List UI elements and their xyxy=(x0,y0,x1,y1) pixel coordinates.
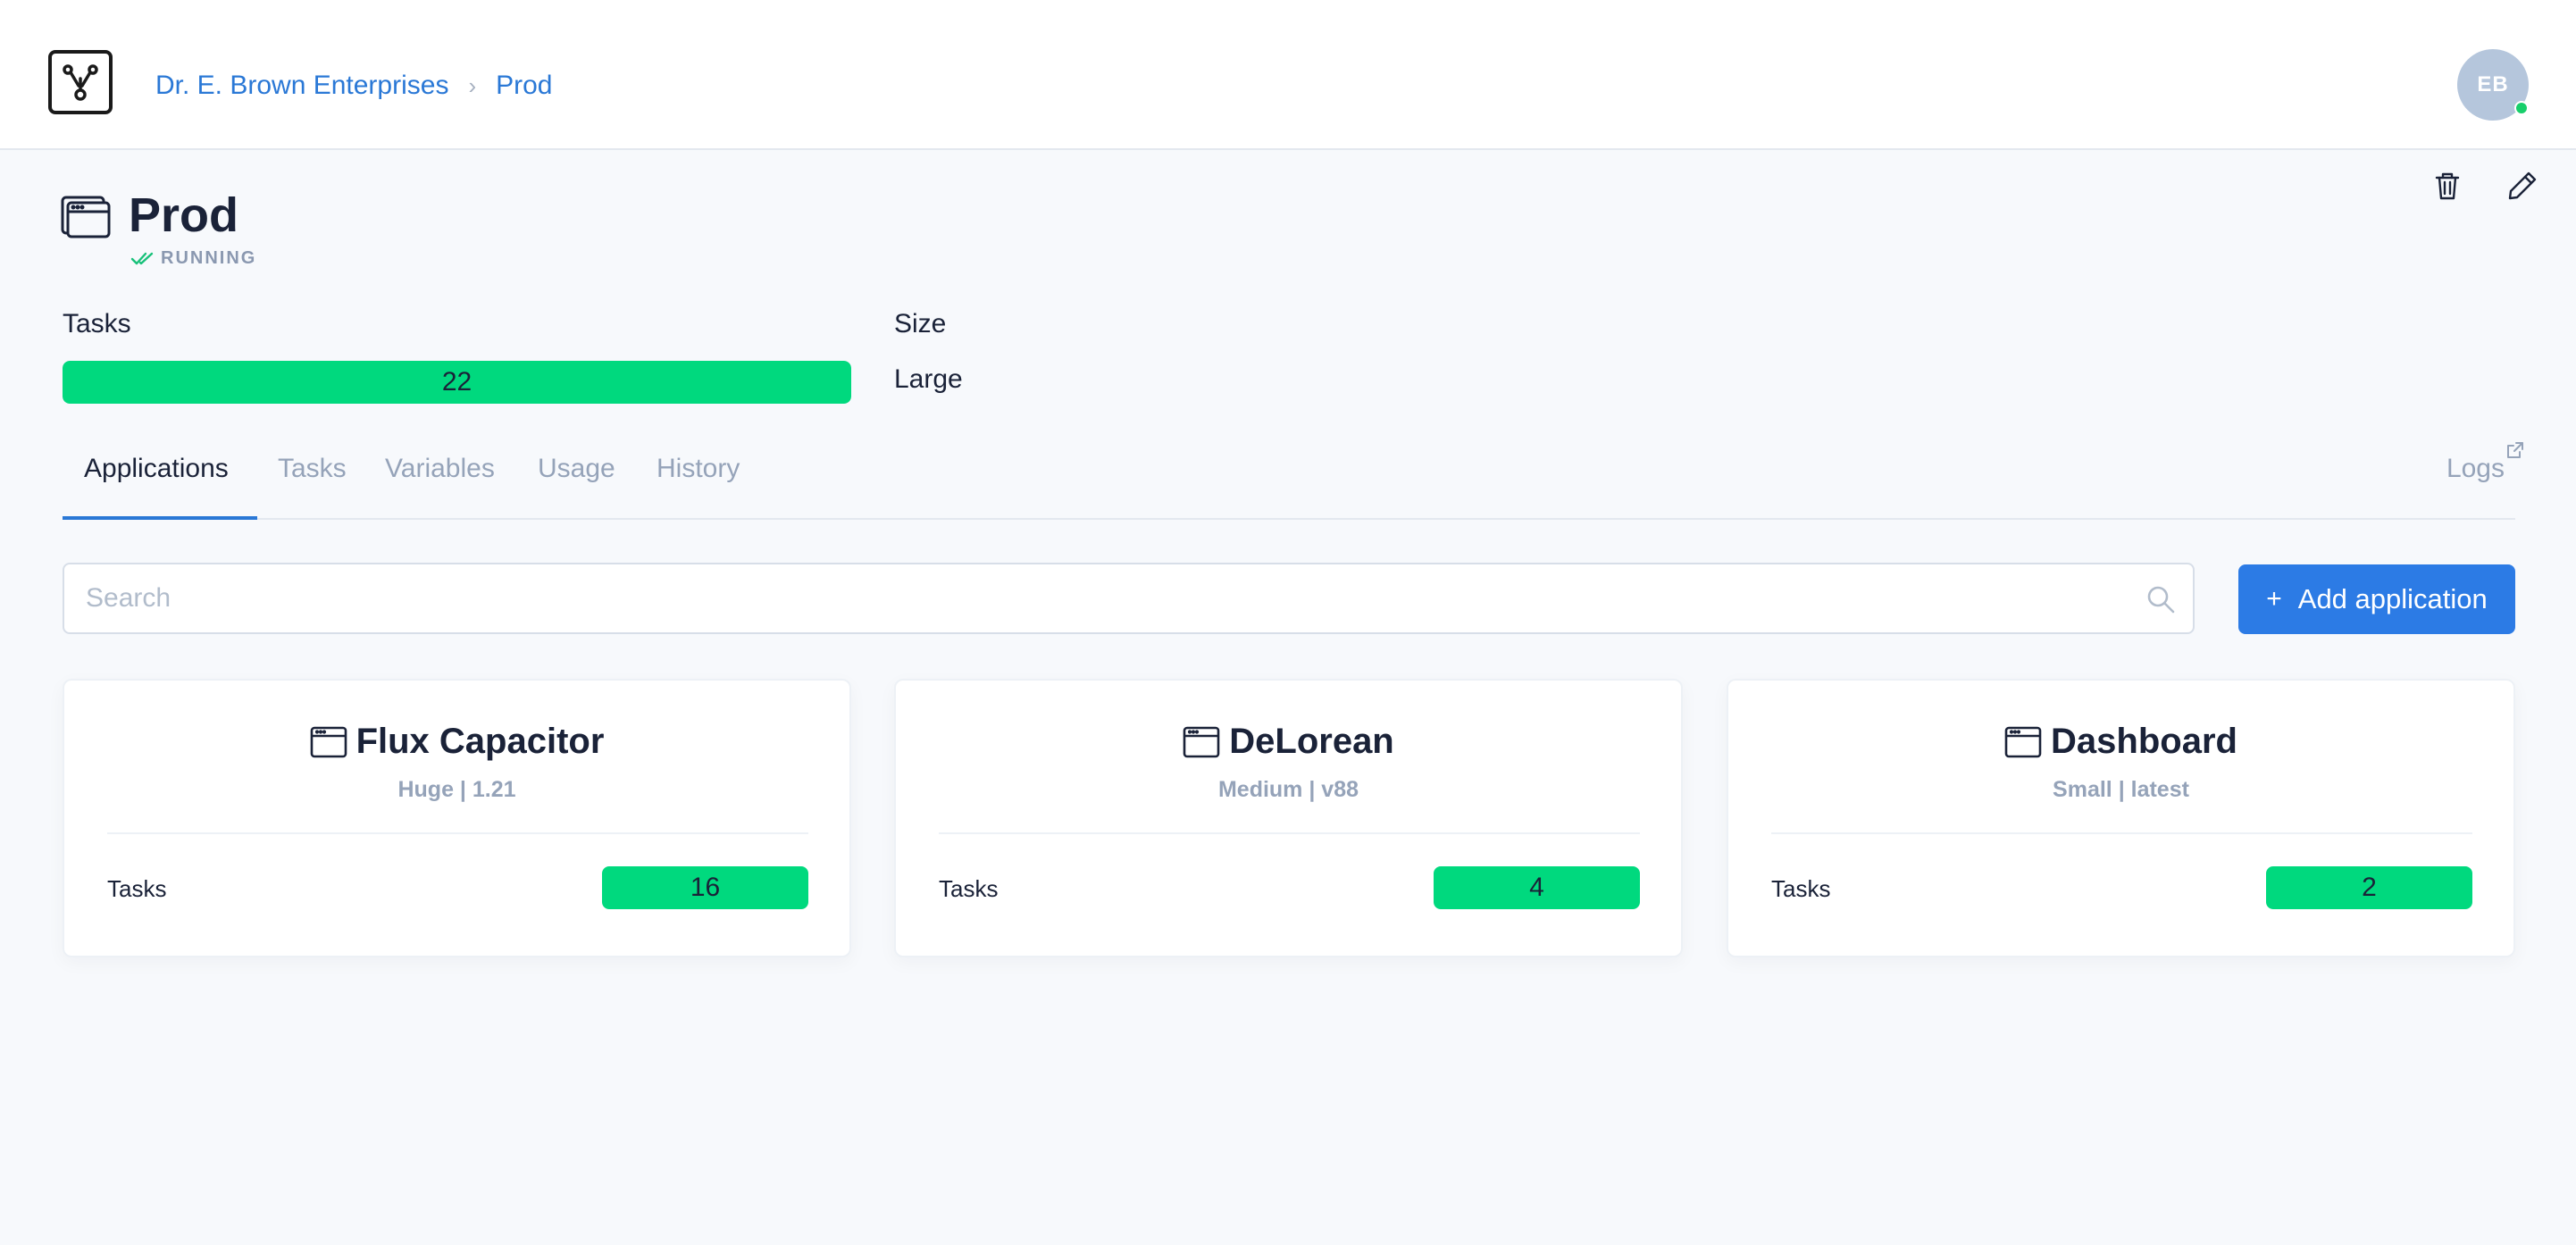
tab-applications[interactable]: Applications xyxy=(84,454,229,484)
tab-history[interactable]: History xyxy=(657,454,740,484)
window-icon xyxy=(61,195,111,244)
card-tasks-label: Tasks xyxy=(1771,875,1831,902)
avatar-initials: EB xyxy=(2477,72,2509,96)
breadcrumb-environment[interactable]: Prod xyxy=(496,71,552,101)
card-tasks-label: Tasks xyxy=(939,875,999,902)
card-title: Dashboard xyxy=(1728,722,2513,762)
add-application-label: Add application xyxy=(2297,583,2488,614)
status-text: RUNNING xyxy=(161,248,257,268)
tab-bar: Applications Tasks Variables Usage Histo… xyxy=(63,429,2523,520)
tasks-label: Tasks xyxy=(63,309,131,338)
card-tasks-count: 16 xyxy=(602,866,808,909)
pencil-icon[interactable] xyxy=(2505,168,2540,204)
application-card-flux-capacitor[interactable]: Flux Capacitor Huge | 1.21 Tasks 16 xyxy=(63,679,851,957)
divider xyxy=(107,832,808,834)
window-icon xyxy=(310,726,347,757)
logo-icon[interactable] xyxy=(48,50,113,114)
add-application-button[interactable]: + Add application xyxy=(2238,564,2515,634)
card-tasks-count: 4 xyxy=(1434,866,1640,909)
search-icon[interactable] xyxy=(2145,584,2176,614)
search-input[interactable] xyxy=(86,564,2104,632)
size-label: Size xyxy=(894,309,947,338)
card-tasks-count: 2 xyxy=(2266,866,2472,909)
check-double-icon xyxy=(130,252,154,264)
tasks-progress-bar: 22 xyxy=(63,361,851,404)
card-tasks-label: Tasks xyxy=(107,875,167,902)
application-subtitle: Huge | 1.21 xyxy=(397,777,516,802)
card-title: Flux Capacitor xyxy=(64,722,849,762)
tab-usage[interactable]: Usage xyxy=(538,454,615,484)
tab-tasks[interactable]: Tasks xyxy=(278,454,347,484)
divider xyxy=(939,832,1640,834)
card-title: DeLorean xyxy=(896,722,1681,762)
search-box xyxy=(63,563,2195,634)
size-value: Large xyxy=(894,364,963,394)
status-badge: RUNNING xyxy=(130,248,256,269)
application-card-dashboard[interactable]: Dashboard Small | latest Tasks 2 xyxy=(1727,679,2515,957)
application-name[interactable]: Flux Capacitor xyxy=(356,722,605,762)
breadcrumb-organization[interactable]: Dr. E. Brown Enterprises xyxy=(155,71,448,101)
application-name[interactable]: Dashboard xyxy=(2051,722,2237,762)
plus-icon: + xyxy=(2266,584,2282,614)
tab-variables[interactable]: Variables xyxy=(385,454,495,484)
active-tab-indicator xyxy=(63,516,257,520)
top-header: Dr. E. Brown Enterprises › Prod EB xyxy=(0,0,2576,150)
window-icon xyxy=(2004,726,2042,757)
breadcrumb: Dr. E. Brown Enterprises › Prod xyxy=(155,66,553,105)
application-subtitle: Small | latest xyxy=(2053,777,2189,802)
trash-icon[interactable] xyxy=(2430,168,2465,204)
avatar[interactable]: EB xyxy=(2457,49,2529,121)
logs-label: Logs xyxy=(2446,454,2505,483)
tasks-count: 22 xyxy=(63,361,851,404)
online-status-dot xyxy=(2514,101,2529,115)
page-title: Prod xyxy=(129,188,239,242)
application-subtitle: Medium | v88 xyxy=(1217,777,1359,802)
chevron-right-icon: › xyxy=(468,71,477,99)
divider xyxy=(1771,832,2472,834)
window-icon xyxy=(1183,726,1220,757)
application-name[interactable]: DeLorean xyxy=(1229,722,1394,762)
external-link-icon[interactable] xyxy=(2505,439,2526,461)
application-card-delorean[interactable]: DeLorean Medium | v88 Tasks 4 xyxy=(894,679,1683,957)
logs-link[interactable]: Logs xyxy=(2446,454,2505,484)
